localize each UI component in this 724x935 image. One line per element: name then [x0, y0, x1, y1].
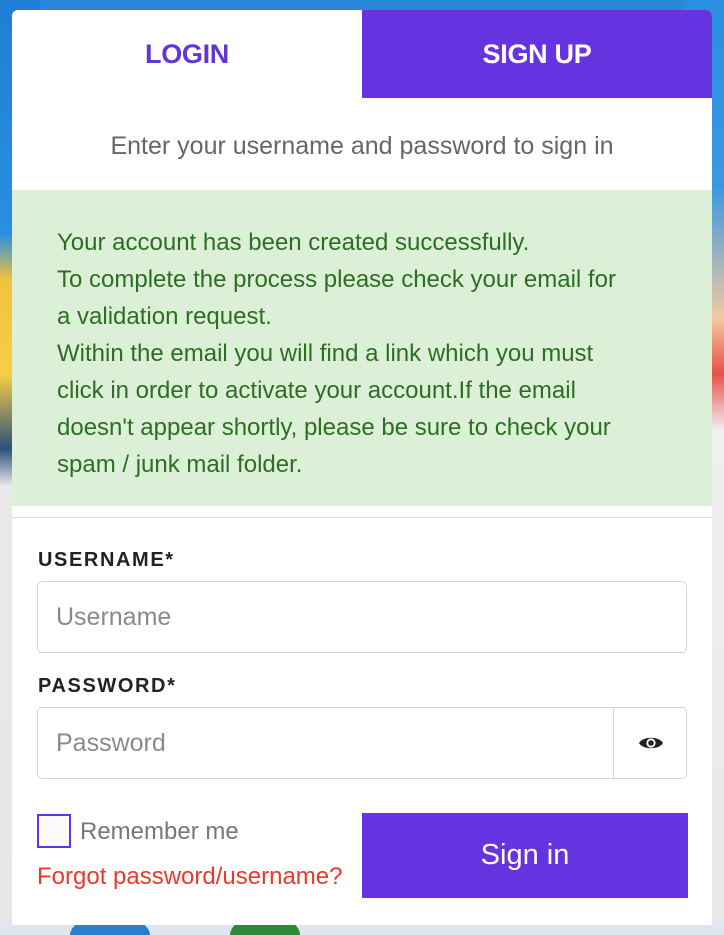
alert-line: spam / junk mail folder.: [57, 451, 303, 478]
divider: [12, 517, 712, 518]
alert-line: Your account has been created successful…: [57, 229, 530, 256]
tab-login[interactable]: LOGIN: [12, 10, 362, 98]
password-field-group: [37, 707, 687, 779]
alert-line: a validation request.: [57, 303, 272, 330]
success-alert: Your account has been created successful…: [12, 190, 712, 506]
tab-signup[interactable]: SIGN UP: [362, 10, 712, 98]
form-subtitle: Enter your username and password to sign…: [110, 132, 614, 160]
sign-in-button[interactable]: Sign in: [362, 813, 688, 898]
show-password-button[interactable]: [613, 708, 686, 778]
forgot-password-link[interactable]: Forgot password/username?: [37, 863, 342, 891]
alert-line: click in order to activate your account.…: [57, 377, 576, 404]
alert-line: To complete the process please check you…: [57, 266, 616, 293]
username-label: USERNAME*: [38, 549, 175, 571]
password-input[interactable]: [38, 708, 613, 778]
tab-bar: LOGIN SIGN UP: [12, 10, 712, 98]
remember-me-label[interactable]: Remember me: [80, 818, 239, 846]
login-card: LOGIN SIGN UP Enter your username and pa…: [12, 10, 712, 925]
eye-icon: [639, 737, 663, 749]
alert-line: doesn't appear shortly, please be sure t…: [57, 414, 611, 441]
password-label: PASSWORD*: [38, 675, 177, 697]
username-input[interactable]: [37, 581, 687, 653]
remember-me-checkbox[interactable]: [37, 814, 71, 848]
alert-line: Within the email you will find a link wh…: [57, 340, 594, 367]
